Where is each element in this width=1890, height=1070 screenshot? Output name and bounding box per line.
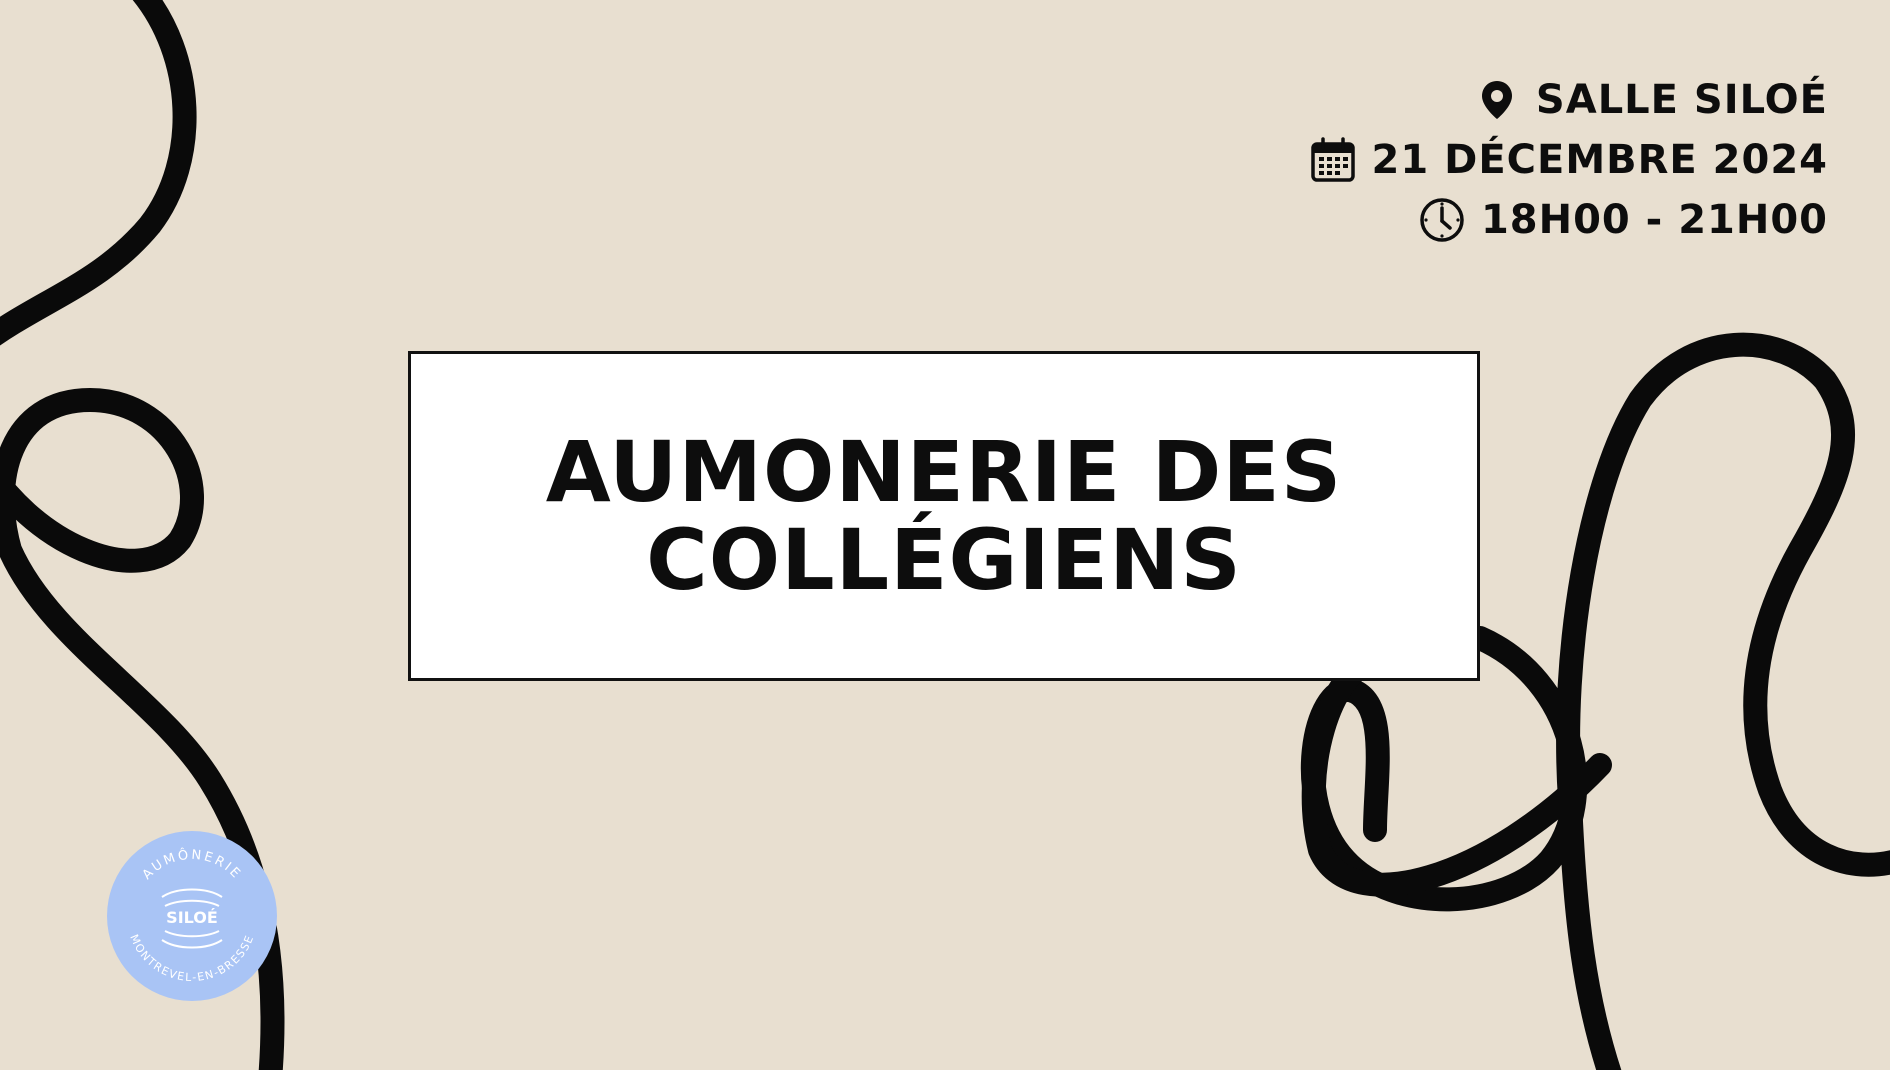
event-info: SALLE SILOÉ 21 DÉCEMBRE 2024 18H00 - 21H… [1310,72,1828,248]
right-arc [1556,332,1890,1070]
location-text: SALLE SILOÉ [1535,77,1828,123]
left-curve [0,0,197,346]
title-line-1: AUMONERIE DES [545,423,1343,521]
date-row: 21 DÉCEMBRE 2024 [1310,132,1828,188]
title-line-2: COLLÉGIENS [646,511,1242,609]
map-pin-icon [1474,77,1520,123]
clock-icon [1419,197,1465,243]
aumonerie-siloe-logo: AUMÔNERIE MONTREVEL-EN-BRESSE SILOÉ [107,831,277,1001]
calendar-icon [1310,137,1356,183]
logo-center-text: SILOÉ [166,908,218,927]
time-text: 18H00 - 21H00 [1480,197,1828,243]
title-box: AUMONERIE DES COLLÉGIENS [408,351,1480,681]
time-row: 18H00 - 21H00 [1419,192,1828,248]
date-text: 21 DÉCEMBRE 2024 [1371,137,1828,183]
location-row: SALLE SILOÉ [1474,72,1828,128]
